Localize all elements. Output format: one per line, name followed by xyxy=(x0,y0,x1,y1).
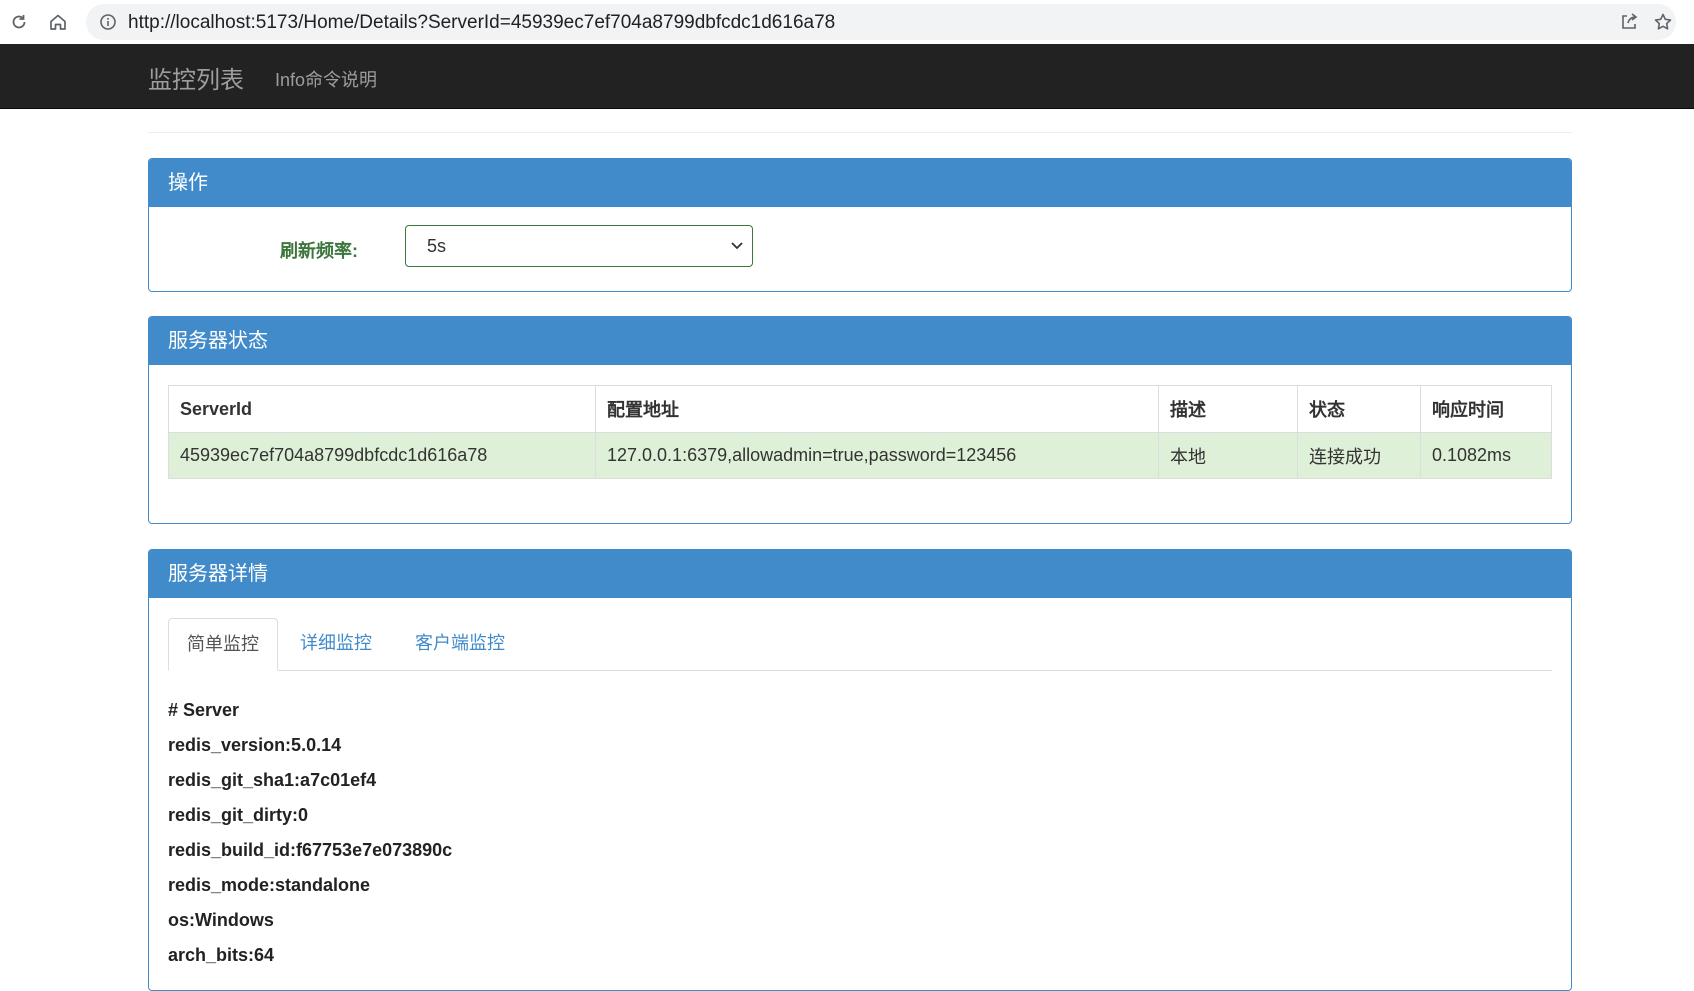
address-bar[interactable]: http://localhost:5173/Home/Details?Serve… xyxy=(86,4,1676,40)
top-navbar: 监控列表 Info命令说明 xyxy=(0,44,1694,109)
column-header-description: 描述 xyxy=(1158,385,1298,433)
details-tabs: 简单监控 详细监控 客户端监控 xyxy=(168,618,1552,671)
refresh-rate-value: 5s xyxy=(427,236,447,256)
refresh-rate-label: 刷新频率: xyxy=(280,241,358,261)
operations-panel-title: 操作 xyxy=(149,159,1571,207)
cell-status: 连接成功 xyxy=(1297,432,1421,479)
url-text[interactable]: http://localhost:5173/Home/Details?Serve… xyxy=(128,12,835,34)
server-details-panel-title: 服务器详情 xyxy=(149,550,1571,598)
table-row: 45939ec7ef704a8799dbfcdc1d616a78 127.0.0… xyxy=(168,432,1552,479)
server-status-table: ServerId 配置地址 描述 状态 响应时间 45939ec7ef704a8… xyxy=(168,385,1552,479)
star-icon[interactable] xyxy=(1651,12,1675,32)
divider xyxy=(148,132,1572,133)
info-icon[interactable] xyxy=(98,12,118,32)
cell-config-address: 127.0.0.1:6379,allowadmin=true,password=… xyxy=(595,432,1159,479)
chevron-down-icon xyxy=(730,239,744,253)
tab-detailed-monitor[interactable]: 详细监控 xyxy=(278,618,394,670)
operations-panel: 操作 刷新频率: 5s xyxy=(148,158,1572,292)
column-header-response-time: 响应时间 xyxy=(1420,385,1552,433)
home-icon[interactable] xyxy=(44,8,72,36)
column-header-config-address: 配置地址 xyxy=(595,385,1159,433)
server-details-panel: 服务器详情 简单监控 详细监控 客户端监控 # Server redis_ver… xyxy=(148,549,1572,991)
info-line: os:Windows xyxy=(168,910,274,930)
column-header-status: 状态 xyxy=(1297,385,1421,433)
server-info-list: # Server redis_version:5.0.14 redis_git_… xyxy=(168,698,452,978)
cell-description: 本地 xyxy=(1158,432,1298,479)
refresh-rate-select[interactable]: 5s xyxy=(405,225,753,267)
info-line: arch_bits:64 xyxy=(168,945,275,965)
cell-serverid: 45939ec7ef704a8799dbfcdc1d616a78 xyxy=(168,432,596,479)
reload-icon[interactable] xyxy=(5,8,33,36)
navbar-brand[interactable]: 监控列表 xyxy=(148,60,244,95)
info-line: redis_mode:standalone xyxy=(168,875,371,895)
server-status-panel-title: 服务器状态 xyxy=(149,317,1571,365)
nav-link-info-commands[interactable]: Info命令说明 xyxy=(275,66,377,92)
info-line: redis_version:5.0.14 xyxy=(168,735,342,755)
browser-toolbar: http://localhost:5173/Home/Details?Serve… xyxy=(0,0,1694,45)
info-line: redis_git_dirty:0 xyxy=(168,805,309,825)
tab-simple-monitor[interactable]: 简单监控 xyxy=(168,618,278,671)
info-line: # Server xyxy=(168,700,240,720)
cell-response-time: 0.1082ms xyxy=(1420,432,1552,479)
server-status-panel: 服务器状态 ServerId 配置地址 描述 状态 响应时间 45939ec7e… xyxy=(148,316,1572,524)
tab-client-monitor[interactable]: 客户端监控 xyxy=(394,618,526,670)
table-header-row: ServerId 配置地址 描述 状态 响应时间 xyxy=(168,385,1552,433)
info-line: redis_git_sha1:a7c01ef4 xyxy=(168,770,377,790)
column-header-serverid: ServerId xyxy=(168,385,596,433)
info-line: redis_build_id:f67753e7e073890c xyxy=(168,840,453,860)
share-icon[interactable] xyxy=(1617,12,1641,32)
